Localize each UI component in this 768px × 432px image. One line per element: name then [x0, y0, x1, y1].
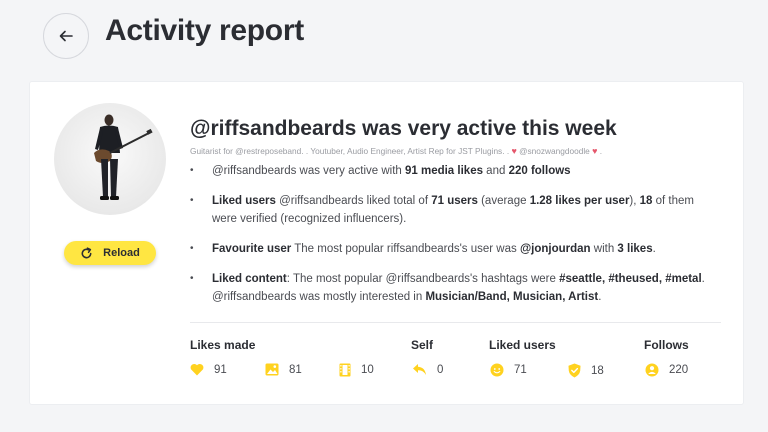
stat-likes: 91 [190, 363, 227, 376]
summary-liked-users: Liked users @riffsandbeards liked total … [190, 192, 720, 228]
stat-self: 0 [412, 363, 443, 376]
summary-liked-content: Liked content: The most popular @riffsan… [190, 270, 720, 306]
stat-header-self: Self [411, 338, 434, 352]
report-headline: @riffsandbeards was very active this wee… [190, 117, 617, 140]
bio-mention[interactable]: @snozwangdoodle [519, 146, 590, 156]
stat-photos: 81 [265, 363, 302, 376]
page-title: Activity report [105, 14, 304, 47]
back-button[interactable] [43, 13, 89, 59]
reload-icon [81, 246, 92, 258]
image-icon [265, 363, 279, 376]
smiley-face-icon [490, 363, 504, 377]
stat-liked-users: 71 [490, 363, 527, 377]
reload-button[interactable]: Reload [64, 241, 156, 265]
reply-icon [413, 364, 426, 375]
summary-list: @riffsandbeards was very active with 91 … [190, 162, 720, 306]
user-icon [645, 363, 659, 377]
profile-bio: Guitarist for @restreposeband. . Youtube… [190, 146, 602, 156]
stat-videos: 10 [339, 363, 374, 377]
stat-follows: 220 [645, 363, 688, 377]
avatar [54, 103, 166, 215]
stat-header-follows: Follows [644, 338, 689, 352]
heart-icon: ♥ [592, 146, 598, 156]
verified-shield-icon [568, 363, 581, 378]
film-icon [339, 363, 351, 377]
stat-verified: 18 [568, 363, 604, 378]
divider [190, 322, 721, 323]
bio-suffix: . [599, 146, 603, 156]
activity-card: Reload @riffsandbeards was very active t… [30, 82, 743, 404]
heart-icon: ♥ [511, 146, 517, 156]
bio-text: Guitarist for @restreposeband. . Youtube… [190, 146, 510, 156]
summary-favourite-user: Favourite user The most popular riffsand… [190, 240, 720, 258]
reload-label: Reload [103, 247, 140, 259]
summary-activity: @riffsandbeards was very active with 91 … [190, 162, 720, 180]
heart-icon [190, 363, 204, 376]
stat-header-liked-users: Liked users [489, 338, 556, 352]
arrow-left-icon [59, 30, 73, 42]
stat-header-likes-made: Likes made [190, 338, 256, 352]
